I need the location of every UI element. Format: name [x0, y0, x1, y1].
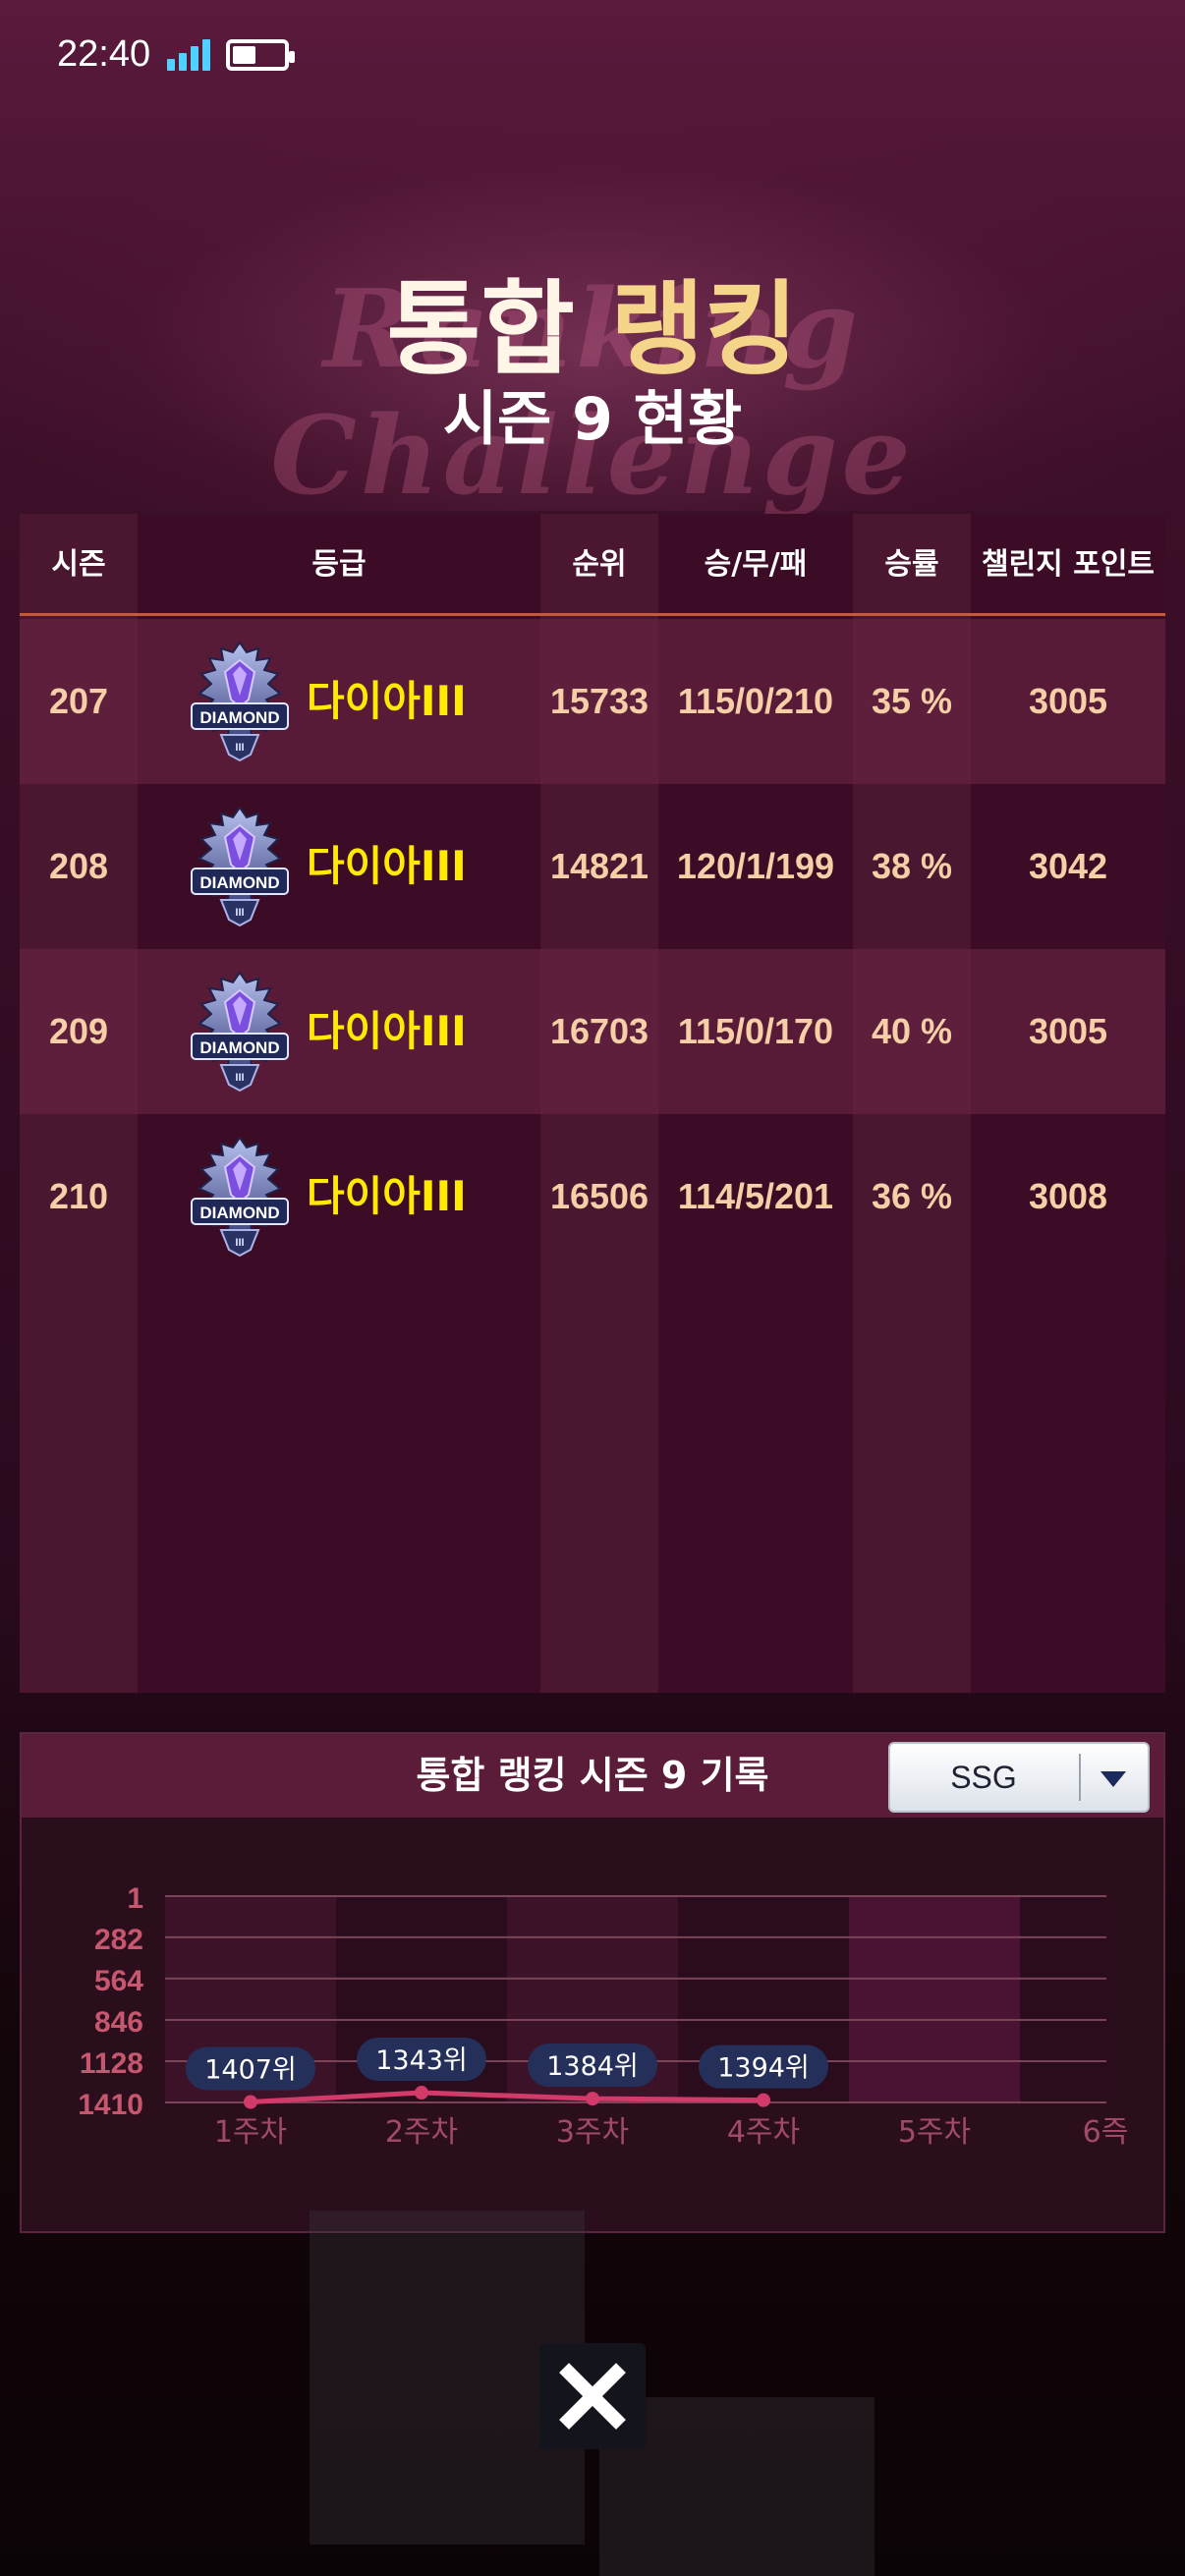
- y-tick-label: 564: [94, 1965, 143, 1997]
- chart-band: [1020, 1896, 1106, 2102]
- svg-text:DIAMOND: DIAMOND: [199, 1204, 279, 1222]
- header: Ranking Challenge 통합 랭킹 시즌 9 현황: [0, 108, 1185, 519]
- svg-text:III: III: [235, 907, 244, 919]
- cell-rank: 14821: [549, 846, 649, 886]
- svg-text:DIAMOND: DIAMOND: [199, 873, 279, 892]
- table-row: 209 DIAMOND III 다이아III 16703 115/0/170 4…: [20, 949, 1165, 1114]
- team-select-divider: [1079, 1754, 1081, 1801]
- cell-winrate: 36 %: [871, 1176, 953, 1216]
- team-select-value: SSG: [950, 1760, 1017, 1795]
- y-tick-label: 1: [127, 1882, 143, 1915]
- data-point: [415, 2086, 428, 2100]
- ranking-line-chart: 1 282 564 846 1128 1410 1주차 2주차 3주차 4주차 5주차 6즉 1407위…: [78, 1882, 1129, 2150]
- th-record: 승/무/패: [704, 547, 808, 582]
- cell-points: 3042: [1028, 846, 1108, 886]
- x-tick-label: 6즉: [1083, 2115, 1129, 2150]
- table-row: 210 DIAMOND III 다이아III 16506 114/5/201 3…: [20, 1114, 1165, 1279]
- chart-band: [849, 1896, 1020, 2102]
- cell-grade: 다이아III: [307, 677, 467, 725]
- table-row: 207 DIAMOND III 다이아III 15733 115/0/210 3…: [20, 619, 1165, 784]
- cell-season: 207: [48, 681, 109, 721]
- cell-rank: 16703: [549, 1011, 649, 1051]
- cell-winrate: 38 %: [871, 846, 953, 886]
- table-row: 208 DIAMOND III 다이아III 14821 120/1/199 3…: [20, 784, 1165, 949]
- cell-grade: 다이아III: [307, 1172, 467, 1220]
- close-button[interactable]: [539, 2343, 646, 2449]
- x-tick-label: 3주차: [556, 2115, 629, 2150]
- cell-season: 210: [48, 1176, 109, 1216]
- cell-grade: 다이아III: [307, 842, 467, 890]
- diamond-badge-icon: DIAMOND III: [191, 806, 289, 927]
- svg-text:III: III: [235, 1072, 244, 1084]
- cell-rank: 16506: [549, 1176, 649, 1216]
- diamond-badge-icon: DIAMOND III: [191, 1136, 289, 1258]
- data-label: 1343위: [375, 2045, 468, 2076]
- data-point: [757, 2093, 770, 2107]
- x-tick-label: 4주차: [727, 2115, 800, 2150]
- chevron-down-icon: [1100, 1771, 1126, 1787]
- ranking-history-panel: 통합 랭킹 시즌 9 기록 SSG 1 282 564 846 1128 1410 1주차 2…: [20, 1732, 1165, 2233]
- cell-record: 120/1/199: [676, 846, 835, 886]
- cell-rank: 15733: [549, 681, 649, 721]
- data-label: 1407위: [204, 2055, 297, 2086]
- cell-season: 209: [48, 1011, 109, 1051]
- chart-header: 통합 랭킹 시즌 9 기록 SSG: [22, 1734, 1163, 1818]
- th-points: 챌린지 포인트: [981, 547, 1156, 582]
- cell-points: 3008: [1028, 1176, 1108, 1216]
- svg-text:DIAMOND: DIAMOND: [199, 1038, 279, 1057]
- svg-text:DIAMOND: DIAMOND: [199, 708, 279, 727]
- data-point: [244, 2095, 257, 2109]
- cell-winrate: 35 %: [871, 681, 953, 721]
- close-icon: [559, 2363, 626, 2430]
- y-tick-label: 1128: [80, 2047, 143, 2080]
- cell-season: 208: [48, 846, 109, 886]
- cell-record: 115/0/210: [677, 681, 834, 721]
- status-time: 22:40: [57, 33, 151, 75]
- table-header: 시즌 등급 순위 승/무/패 승률 챌린지 포인트: [20, 514, 1165, 616]
- cell-points: 3005: [1028, 1011, 1108, 1051]
- y-tick-label: 1410: [78, 2089, 143, 2121]
- x-tick-label: 2주차: [385, 2115, 458, 2150]
- status-bar: 22:40: [0, 0, 1185, 108]
- cell-winrate: 40 %: [871, 1011, 953, 1051]
- cell-points: 3005: [1028, 681, 1108, 721]
- cell-grade: 다이아III: [307, 1007, 467, 1055]
- diamond-badge-icon: DIAMOND III: [191, 641, 289, 762]
- data-label: 1394위: [717, 2053, 810, 2084]
- cell-record: 114/5/201: [677, 1176, 834, 1216]
- svg-text:III: III: [235, 742, 244, 754]
- page-subtitle: 시즌 9 현황: [442, 385, 743, 454]
- y-tick-label: 282: [94, 1924, 143, 1956]
- svg-text:III: III: [235, 1237, 244, 1249]
- diamond-badge-icon: DIAMOND III: [191, 971, 289, 1092]
- y-tick-label: 846: [94, 2006, 143, 2039]
- x-tick-label: 1주차: [214, 2115, 287, 2150]
- th-rank: 순위: [572, 547, 627, 582]
- data-label: 1384위: [546, 2051, 639, 2082]
- battery-icon: [226, 39, 295, 71]
- th-grade: 등급: [311, 547, 367, 582]
- th-season: 시즌: [51, 547, 106, 582]
- season-table: 시즌 등급 순위 승/무/패 승률 챌린지 포인트 207 DIAMOND II…: [20, 514, 1165, 1693]
- x-tick-label: 5주차: [898, 2115, 971, 2150]
- team-select[interactable]: SSG: [888, 1742, 1150, 1813]
- data-point: [586, 2092, 599, 2106]
- th-winrate: 승률: [884, 547, 939, 582]
- signal-icon: [167, 39, 212, 71]
- cell-record: 115/0/170: [677, 1011, 834, 1051]
